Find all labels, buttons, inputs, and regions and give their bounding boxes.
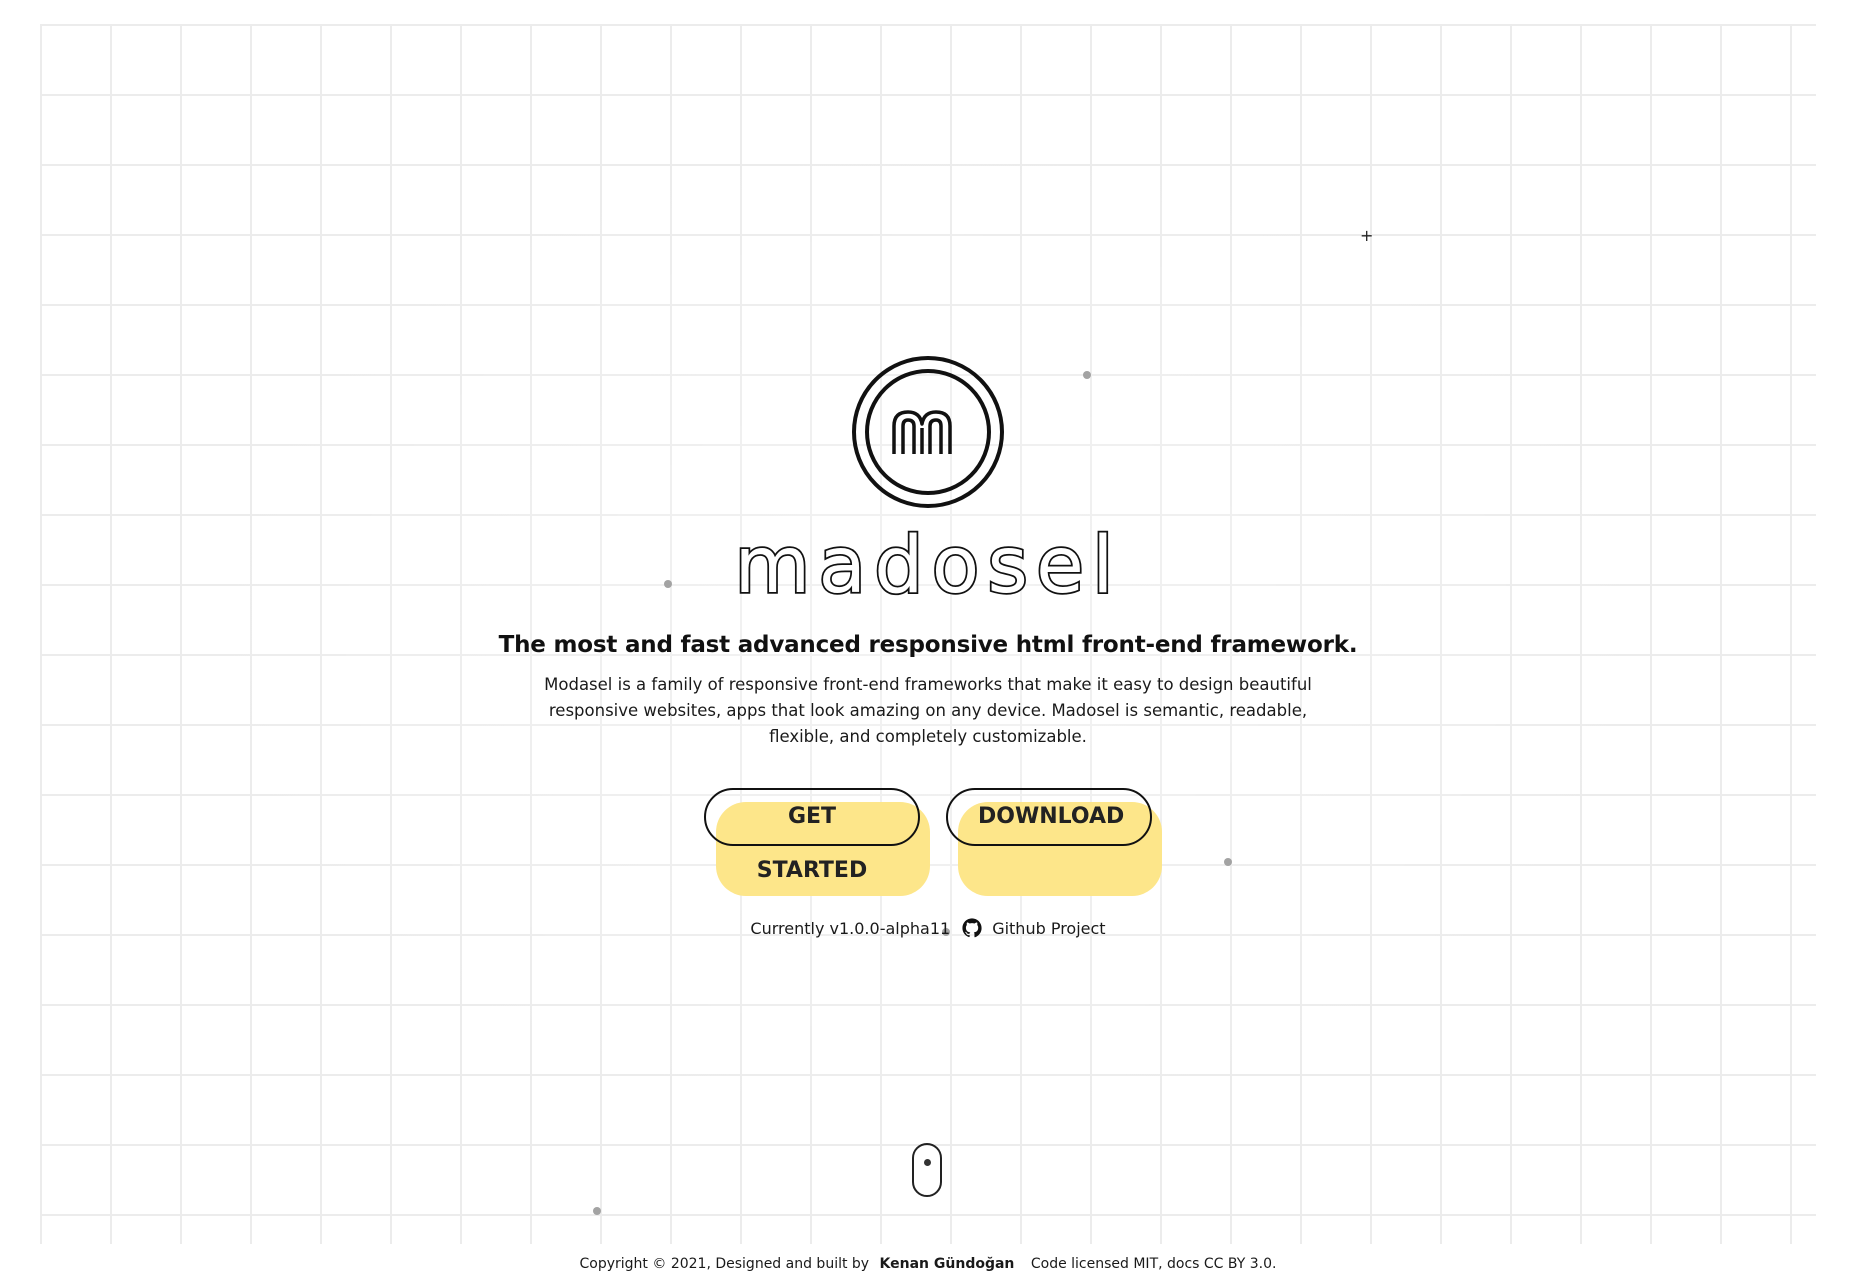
version-text: Currently v1.0.0-alpha11 — [750, 918, 951, 938]
wordmark-text: madosel — [738, 522, 1118, 602]
cursor-crosshair-icon: + — [1360, 226, 1374, 245]
get-started-button[interactable]: GET STARTED — [704, 788, 920, 883]
mouse-scroll-icon[interactable] — [912, 1143, 942, 1197]
hero-section: m madosel The most and fast advanced res… — [0, 354, 1856, 938]
footer-copyright: Copyright © 2021, Designed and built by — [579, 1256, 870, 1272]
footer-license: Code licensed MIT, docs CC BY 3.0. — [1030, 1256, 1277, 1272]
download-button[interactable]: DOWNLOAD — [946, 788, 1152, 846]
cta-buttons: GET STARTED DOWNLOAD — [0, 788, 1856, 896]
madosel-wordmark: madosel — [738, 522, 1118, 602]
github-project-link[interactable]: Github Project — [962, 918, 1106, 938]
get-started-button-wrap: GET STARTED — [704, 788, 930, 896]
version-line: Currently v1.0.0-alpha11 Github Project — [0, 918, 1856, 938]
download-button-wrap: DOWNLOAD — [946, 788, 1162, 896]
landing-page: + m madosel The most and fast advanced r… — [0, 0, 1856, 1280]
footer: Copyright © 2021, Designed and built by … — [0, 1256, 1856, 1272]
github-icon — [962, 918, 982, 938]
mouse-wheel — [923, 1159, 931, 1166]
madosel-logo-icon: m — [852, 356, 1004, 508]
hero-description: Modasel is a family of responsive front-… — [544, 675, 1312, 746]
particle-dot — [593, 1207, 601, 1215]
github-project-label: Github Project — [992, 918, 1106, 938]
footer-author-link[interactable]: Kenan Gündoğan — [880, 1256, 1015, 1272]
hero-tagline: The most and fast advanced responsive ht… — [498, 632, 1358, 658]
